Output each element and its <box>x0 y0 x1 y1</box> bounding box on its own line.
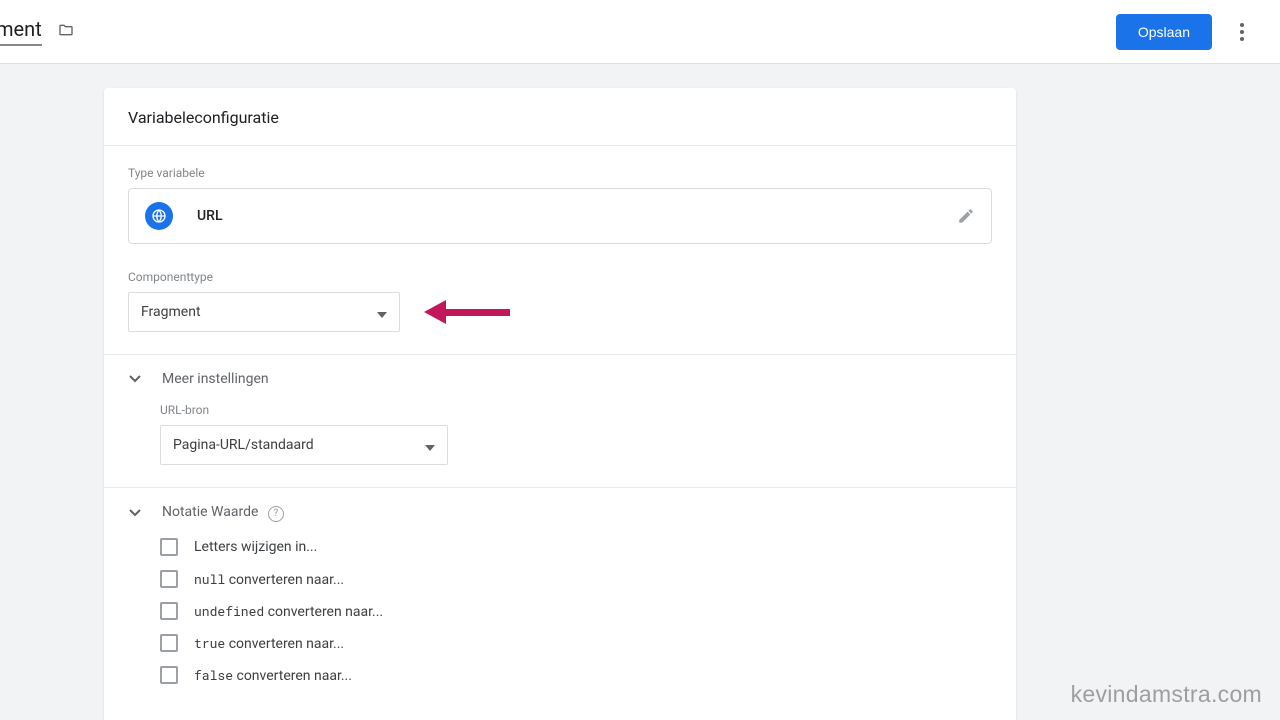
type-variable-label: Type variabele <box>128 166 992 180</box>
checkbox-null[interactable]: null converteren naar... <box>160 570 992 588</box>
variable-type-selector[interactable]: URL <box>128 188 992 244</box>
checkbox-undefined[interactable]: undefined converteren naar... <box>160 602 992 620</box>
url-source-label: URL-bron <box>160 403 992 417</box>
checkbox-icon <box>160 634 178 652</box>
checkbox-icon <box>160 570 178 588</box>
checkbox-icon <box>160 602 178 620</box>
more-settings-title: Meer instellingen <box>162 371 269 387</box>
chevron-down-icon <box>128 372 142 386</box>
pencil-icon <box>957 207 975 225</box>
chevron-down-icon <box>377 303 387 322</box>
help-icon[interactable]: ? <box>268 506 284 522</box>
format-value-toggle[interactable]: Notatie Waarde ? <box>128 488 992 538</box>
checkbox-label: undefined converteren naar... <box>194 602 383 620</box>
card-title: Variabeleconfiguratie <box>104 88 1016 146</box>
document-title[interactable]: ment <box>0 17 42 46</box>
component-type-value: Fragment <box>141 304 201 320</box>
checkbox-label: null converteren naar... <box>194 570 344 588</box>
checkbox-label: true converteren naar... <box>194 634 344 652</box>
variable-config-card: Variabeleconfiguratie Type variabele URL <box>104 88 1016 720</box>
checkbox-icon <box>160 666 178 684</box>
folder-icon[interactable] <box>56 22 76 42</box>
variable-type-value: URL <box>197 208 223 224</box>
app-header: ment Opslaan <box>0 0 1280 64</box>
component-type-dropdown[interactable]: Fragment <box>128 292 400 332</box>
content-area: Variabeleconfiguratie Type variabele URL <box>0 64 1280 720</box>
checkbox-label: false converteren naar... <box>194 666 352 684</box>
checkbox-label: Letters wijzigen in... <box>194 539 317 555</box>
checkbox-true[interactable]: true converteren naar... <box>160 634 992 652</box>
format-value-options: Letters wijzigen in... null converteren … <box>128 538 992 704</box>
checkbox-icon <box>160 538 178 556</box>
checkbox-case[interactable]: Letters wijzigen in... <box>160 538 992 556</box>
url-type-icon <box>145 202 173 230</box>
watermark: kevindamstra.com <box>1071 681 1262 708</box>
more-settings-toggle[interactable]: Meer instellingen <box>128 355 992 403</box>
annotation-arrow-icon <box>424 300 510 324</box>
url-source-dropdown[interactable]: Pagina-URL/standaard <box>160 425 448 465</box>
header-left: ment <box>0 17 76 46</box>
chevron-down-icon <box>128 506 142 520</box>
url-source-value: Pagina-URL/standaard <box>173 437 314 453</box>
more-menu-button[interactable] <box>1222 12 1262 52</box>
format-value-title: Notatie Waarde ? <box>162 504 284 522</box>
checkbox-false[interactable]: false converteren naar... <box>160 666 992 684</box>
more-vert-icon <box>1240 23 1244 41</box>
save-button[interactable]: Opslaan <box>1116 14 1212 50</box>
component-type-label: Componenttype <box>128 270 992 284</box>
chevron-down-icon <box>425 436 435 455</box>
